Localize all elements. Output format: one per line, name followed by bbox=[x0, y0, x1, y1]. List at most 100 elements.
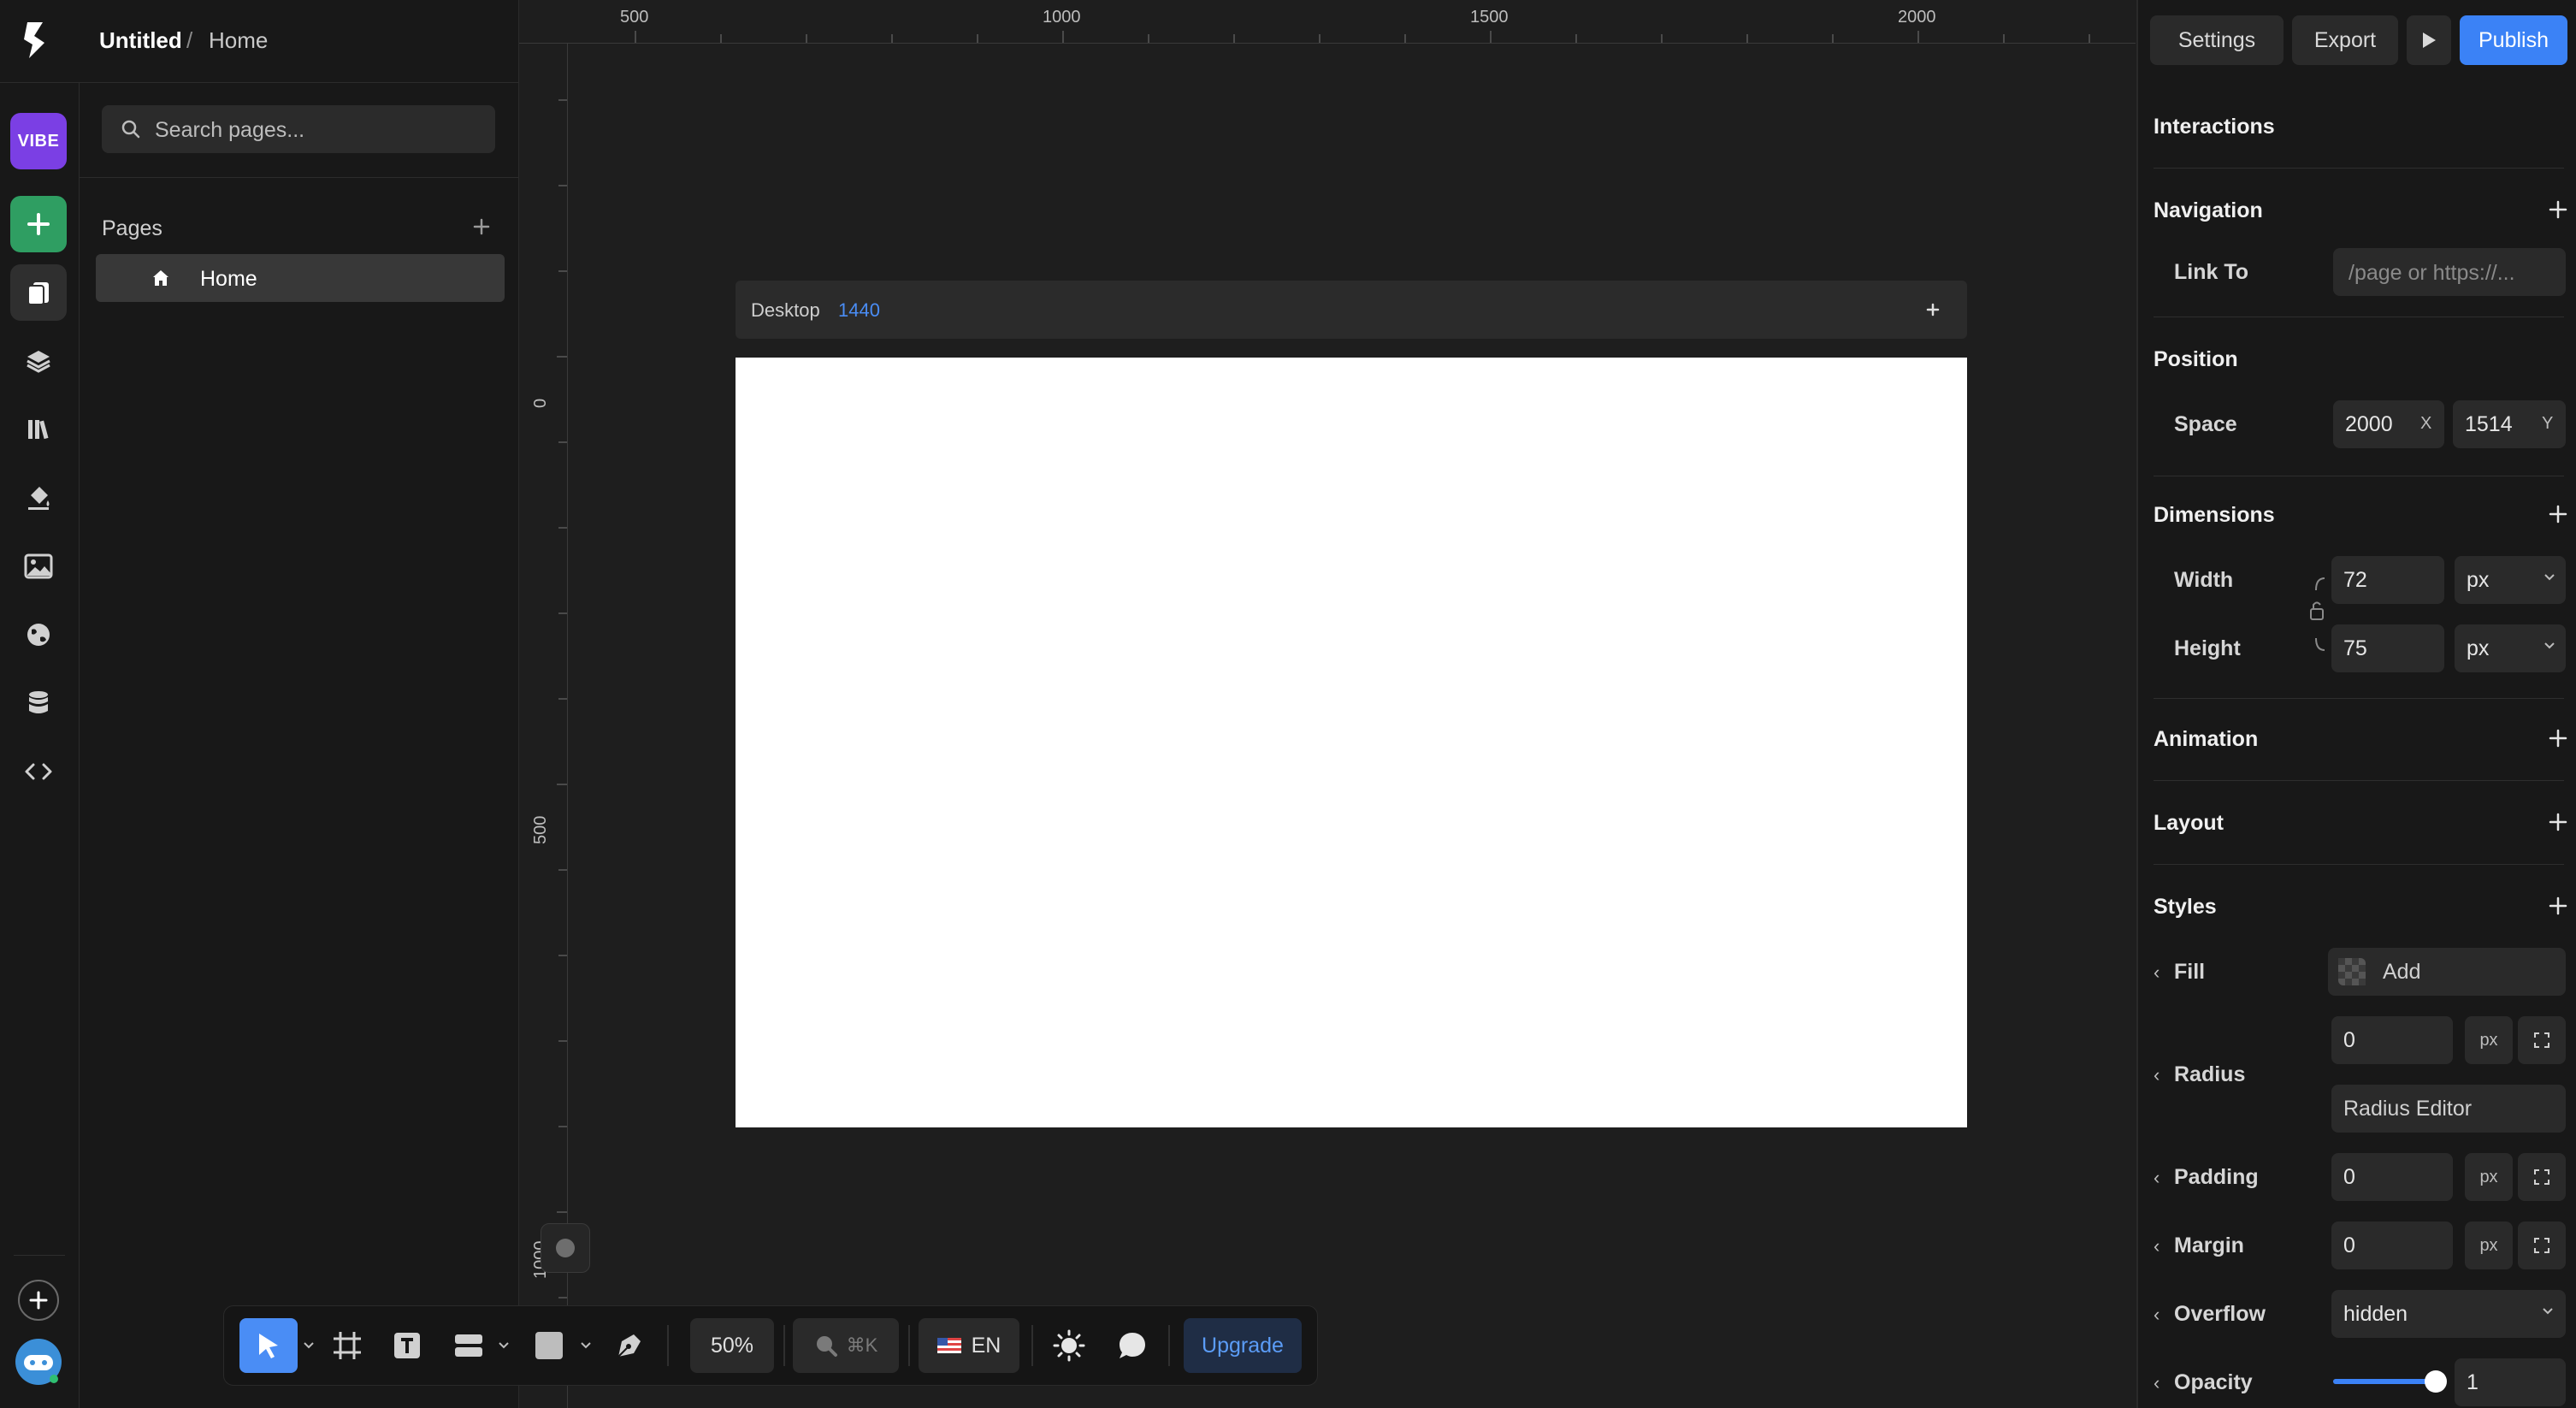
radius-editor-label: Radius Editor bbox=[2343, 1097, 2473, 1121]
shape-tool-dropdown[interactable] bbox=[576, 1318, 595, 1373]
add-navigation-button[interactable] bbox=[2545, 197, 2571, 222]
width-unit-select[interactable]: px bbox=[2455, 556, 2566, 604]
page-item-home[interactable]: Home bbox=[96, 254, 505, 302]
upgrade-button[interactable]: Upgrade bbox=[1184, 1318, 1302, 1373]
opacity-value[interactable]: 1 bbox=[2467, 1358, 2479, 1406]
frame-header[interactable]: Desktop 1440 bbox=[736, 281, 1967, 339]
radius-expand-button[interactable] bbox=[2518, 1016, 2566, 1064]
opacity-slider-track[interactable] bbox=[2333, 1370, 2447, 1393]
language-button[interactable]: EN bbox=[919, 1318, 1019, 1373]
chat-avatar-button[interactable] bbox=[10, 1334, 67, 1390]
text-tool-button[interactable] bbox=[383, 1318, 431, 1373]
padding-field[interactable]: 0 bbox=[2331, 1153, 2453, 1201]
pen-tool-button[interactable] bbox=[606, 1318, 653, 1373]
search-pages-input[interactable] bbox=[153, 105, 490, 155]
settings-button[interactable]: Settings bbox=[2150, 15, 2284, 65]
margin-field[interactable]: 0 bbox=[2331, 1222, 2453, 1269]
chevron-down-icon bbox=[2543, 1308, 2553, 1315]
select-tool-button[interactable] bbox=[239, 1318, 298, 1373]
position-y-value[interactable]: 1514 bbox=[2465, 400, 2513, 448]
margin-unit-button[interactable]: px bbox=[2465, 1222, 2513, 1269]
add-layout-button[interactable] bbox=[2545, 809, 2571, 835]
search-icon bbox=[816, 1336, 837, 1357]
media-rail-button[interactable] bbox=[10, 538, 67, 595]
add-circle-button[interactable] bbox=[10, 1272, 67, 1328]
desktop-frame[interactable] bbox=[736, 358, 1967, 1127]
search-pages-box[interactable] bbox=[102, 105, 495, 155]
globe-rail-button[interactable] bbox=[10, 606, 67, 663]
ruler-left[interactable]: 0 500 1000 bbox=[519, 44, 568, 1408]
breadcrumb-current-page[interactable]: Home bbox=[209, 27, 268, 54]
fill-field[interactable]: Add bbox=[2328, 948, 2566, 996]
padding-expand-button[interactable] bbox=[2518, 1153, 2566, 1201]
radius-unit-button[interactable]: px bbox=[2465, 1016, 2513, 1064]
project-title[interactable]: Untitled bbox=[99, 27, 182, 54]
zoom-level-button[interactable]: 50% bbox=[690, 1318, 774, 1373]
width-field[interactable]: 72 bbox=[2331, 556, 2444, 604]
padding-label: Padding bbox=[2174, 1165, 2259, 1189]
radius-editor-button[interactable]: Radius Editor bbox=[2331, 1085, 2566, 1133]
radius-field[interactable]: 0 bbox=[2331, 1016, 2453, 1064]
aspect-lock-icon[interactable] bbox=[2306, 575, 2328, 654]
toolbar-divider bbox=[667, 1325, 669, 1366]
margin-collapse-arrow[interactable]: ‹ bbox=[2154, 1235, 2159, 1257]
padding-collapse-arrow[interactable]: ‹ bbox=[2154, 1167, 2159, 1189]
add-animation-button[interactable] bbox=[2545, 725, 2571, 751]
add-breakpoint-button[interactable] bbox=[1919, 296, 1947, 323]
opacity-field[interactable]: 1 bbox=[2455, 1358, 2566, 1406]
add-circle-icon bbox=[18, 1280, 59, 1321]
overflow-select[interactable]: hidden bbox=[2331, 1290, 2566, 1338]
code-rail-button[interactable] bbox=[10, 743, 67, 800]
comments-button[interactable] bbox=[1108, 1318, 1156, 1373]
frame-tool-button[interactable] bbox=[323, 1318, 371, 1373]
frame-width-label[interactable]: 1440 bbox=[838, 299, 880, 322]
animation-title: Animation bbox=[2154, 727, 2259, 751]
add-page-button[interactable] bbox=[464, 210, 499, 244]
shape-tool-button[interactable] bbox=[525, 1318, 573, 1373]
link-to-field[interactable] bbox=[2333, 248, 2566, 298]
margin-expand-button[interactable] bbox=[2518, 1222, 2566, 1269]
library-rail-button[interactable] bbox=[10, 401, 67, 458]
canvas-dot-button[interactable] bbox=[541, 1223, 590, 1273]
select-tool-dropdown[interactable] bbox=[299, 1318, 318, 1373]
overflow-collapse-arrow[interactable]: ‹ bbox=[2154, 1304, 2159, 1326]
opacity-collapse-arrow[interactable]: ‹ bbox=[2154, 1372, 2159, 1394]
app-logo-icon[interactable] bbox=[19, 19, 56, 62]
add-element-button[interactable] bbox=[10, 196, 67, 252]
vibe-button[interactable]: VIBE bbox=[10, 113, 67, 169]
theme-toggle-button[interactable] bbox=[1045, 1318, 1093, 1373]
ruler-top[interactable]: 500 1000 1500 2000 bbox=[519, 0, 2136, 44]
export-button[interactable]: Export bbox=[2292, 15, 2398, 65]
layers-rail-button[interactable] bbox=[10, 333, 67, 389]
chevron-down-icon bbox=[2544, 574, 2555, 581]
width-value[interactable]: 72 bbox=[2343, 556, 2367, 604]
padding-unit-button[interactable]: px bbox=[2465, 1153, 2513, 1201]
pages-rail-button[interactable] bbox=[10, 264, 67, 321]
rail-divider bbox=[14, 1255, 65, 1256]
height-unit-select[interactable]: px bbox=[2455, 624, 2566, 672]
publish-button[interactable]: Publish bbox=[2460, 15, 2567, 65]
position-x-value[interactable]: 2000 bbox=[2345, 400, 2393, 448]
fill-collapse-arrow[interactable]: ‹ bbox=[2154, 961, 2159, 984]
stack-tool-dropdown[interactable] bbox=[494, 1318, 513, 1373]
section-divider bbox=[2154, 864, 2564, 865]
preview-button[interactable] bbox=[2407, 15, 2451, 65]
add-style-button[interactable] bbox=[2545, 893, 2571, 919]
padding-value[interactable]: 0 bbox=[2343, 1153, 2355, 1201]
radius-value[interactable]: 0 bbox=[2343, 1016, 2355, 1064]
height-field[interactable]: 75 bbox=[2331, 624, 2444, 672]
design-canvas[interactable]: 500 1000 1500 2000 0 500 1000 Desktop 14… bbox=[519, 0, 2136, 1408]
position-x-field[interactable]: 2000 X bbox=[2333, 400, 2444, 448]
margin-value[interactable]: 0 bbox=[2343, 1222, 2355, 1269]
stack-tool-button[interactable] bbox=[445, 1318, 493, 1373]
command-search-button[interactable]: ⌘K bbox=[793, 1318, 899, 1373]
opacity-slider-thumb[interactable] bbox=[2425, 1370, 2447, 1393]
height-value[interactable]: 75 bbox=[2343, 624, 2367, 672]
overflow-value: hidden bbox=[2343, 1302, 2408, 1326]
radius-collapse-arrow[interactable]: ‹ bbox=[2154, 1064, 2159, 1086]
add-dimension-button[interactable] bbox=[2545, 501, 2571, 527]
database-rail-button[interactable] bbox=[10, 675, 67, 731]
position-y-field[interactable]: 1514 Y bbox=[2453, 400, 2566, 448]
link-to-input[interactable] bbox=[2347, 248, 2564, 298]
styles-rail-button[interactable] bbox=[10, 470, 67, 526]
